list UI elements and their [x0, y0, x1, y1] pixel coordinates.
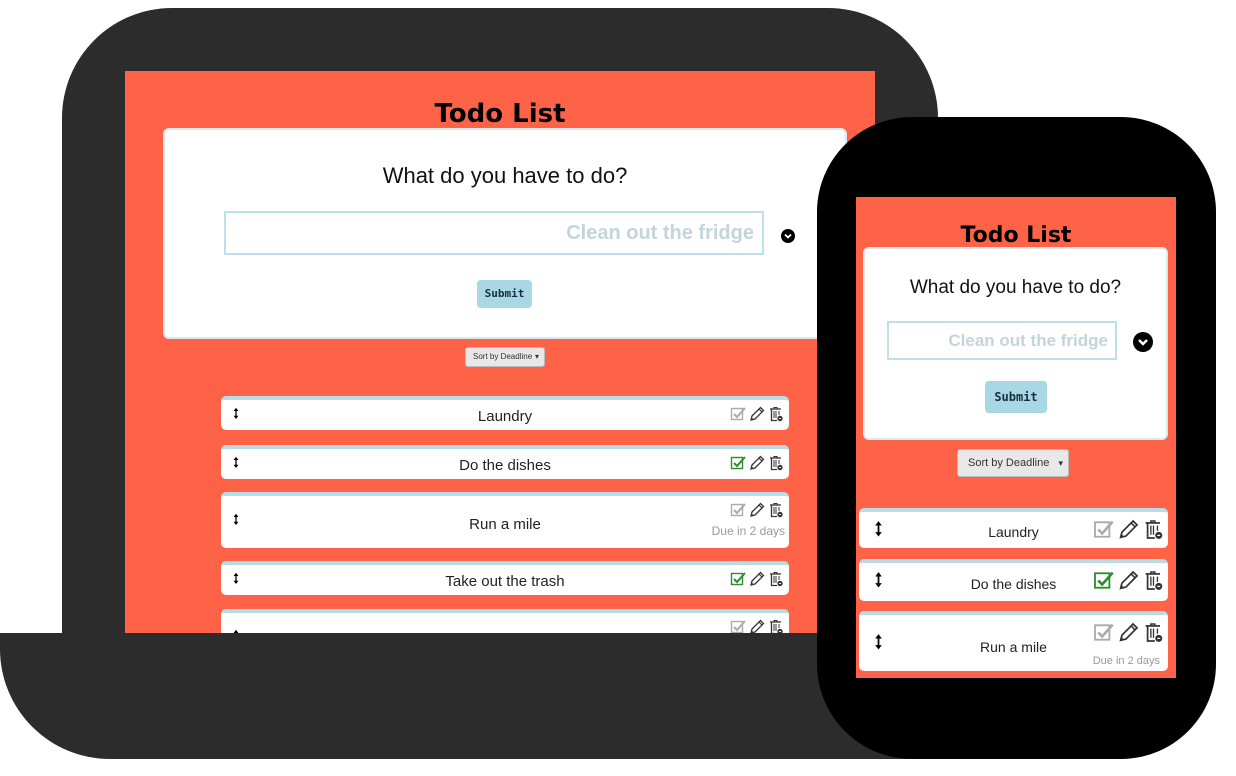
sort-select-label: Sort by Deadline	[968, 457, 1050, 469]
trash-icon[interactable]	[768, 502, 784, 523]
todo-item: Take out the trash	[221, 561, 789, 595]
todo-item: Laundry	[859, 508, 1168, 548]
todo-actions	[730, 502, 784, 523]
trash-icon[interactable]	[1143, 570, 1164, 596]
sort-select[interactable]: Sort by Deadline ▾	[957, 449, 1069, 477]
todo-input[interactable]: Clean out the fridge	[887, 321, 1117, 360]
pencil-icon[interactable]	[749, 571, 765, 592]
chevron-down-icon	[784, 233, 792, 239]
todo-label: Do the dishes	[459, 457, 551, 474]
sort-select[interactable]: Sort by Deadline ▾	[465, 347, 545, 367]
check-icon[interactable]	[1093, 570, 1114, 596]
chevron-down-icon: ▾	[1058, 458, 1063, 468]
pencil-icon[interactable]	[749, 455, 765, 476]
todo-item: Run a mile Due in 2 days	[859, 611, 1168, 671]
check-icon[interactable]	[730, 619, 746, 633]
sort-select-label: Sort by Deadline	[473, 352, 533, 361]
trash-icon[interactable]	[768, 619, 784, 633]
add-todo-card: What do you have to do? Clean out the fr…	[863, 247, 1168, 440]
todo-item: Do the dishes	[221, 445, 789, 479]
submit-button[interactable]: Submit	[985, 381, 1047, 413]
page-title: Todo List	[960, 223, 1072, 248]
pencil-icon[interactable]	[1118, 622, 1139, 648]
todo-label: Run a mile	[469, 516, 541, 533]
todo-input[interactable]: Clean out the fridge	[224, 211, 764, 255]
check-icon[interactable]	[730, 406, 746, 427]
todo-item: Run a mile Due in 2 days	[221, 492, 789, 548]
page-title: Todo List	[434, 99, 566, 129]
pencil-icon[interactable]	[749, 406, 765, 427]
todo-actions	[1093, 622, 1164, 648]
trash-icon[interactable]	[768, 455, 784, 476]
submit-button[interactable]: Submit	[477, 280, 532, 308]
pencil-icon[interactable]	[1118, 570, 1139, 596]
due-date: Due in 2 days	[1092, 655, 1160, 667]
pencil-icon[interactable]	[1118, 519, 1139, 545]
trash-icon[interactable]	[1143, 622, 1164, 648]
check-icon[interactable]	[1093, 622, 1114, 648]
todo-label: Take out the trash	[445, 573, 565, 590]
pencil-icon[interactable]	[749, 502, 765, 523]
question-heading: What do you have to do?	[382, 163, 628, 188]
add-todo-card: What do you have to do? Clean out the fr…	[163, 128, 847, 339]
todo-actions	[730, 619, 784, 633]
trash-icon[interactable]	[768, 406, 784, 427]
todo-item: Do the dishes	[859, 559, 1168, 601]
options-toggle[interactable]	[1133, 332, 1153, 352]
pencil-icon[interactable]	[749, 619, 765, 633]
laptop-screen: Todo List What do you have to do? Clean …	[125, 71, 875, 633]
trash-icon[interactable]	[1143, 519, 1164, 545]
chevron-down-icon: ▾	[534, 352, 539, 361]
todo-actions	[1093, 519, 1164, 545]
todo-actions	[730, 455, 784, 476]
trash-icon[interactable]	[768, 571, 784, 592]
chevron-down-icon	[1138, 339, 1148, 346]
todo-actions	[730, 571, 784, 592]
phone-screen: Todo List What do you have to do? Clean …	[856, 197, 1176, 678]
todo-item	[221, 609, 789, 633]
check-icon[interactable]	[730, 571, 746, 592]
todo-actions	[730, 406, 784, 427]
check-icon[interactable]	[730, 455, 746, 476]
todo-actions	[1093, 570, 1164, 596]
options-toggle[interactable]	[781, 229, 795, 243]
todo-label: Laundry	[477, 408, 533, 425]
question-heading: What do you have to do?	[909, 277, 1122, 298]
todo-item: Laundry	[221, 396, 789, 430]
check-icon[interactable]	[730, 502, 746, 523]
check-icon[interactable]	[1093, 519, 1114, 545]
due-date: Due in 2 days	[711, 524, 785, 538]
